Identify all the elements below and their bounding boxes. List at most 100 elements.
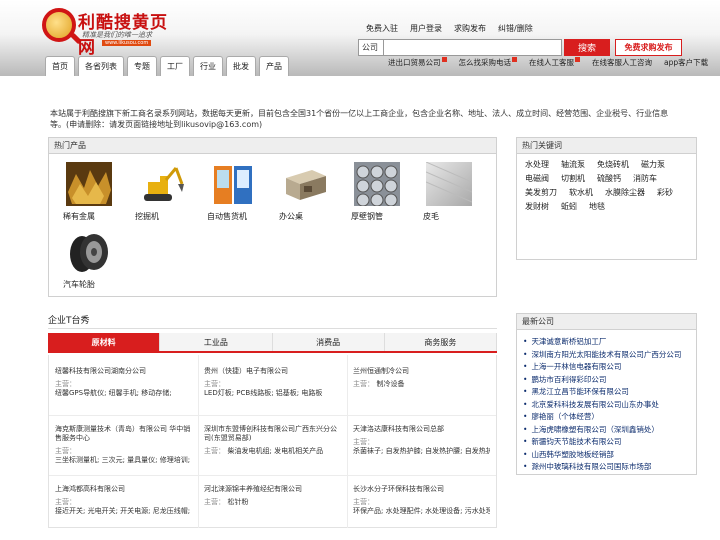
keyword-link[interactable]: 蚯蚓 xyxy=(561,202,577,211)
quick-link-app-download[interactable]: app客户下载 xyxy=(664,57,708,68)
company-card[interactable]: 长沙水分子环保科技有限公司 主营： 环保产品; 水处理配件; 水处理设备; 污水… xyxy=(347,485,496,516)
company-main-label: 主营： xyxy=(204,498,225,506)
product-item[interactable]: 皮毛 xyxy=(421,161,477,222)
keyword-link[interactable]: 地毯 xyxy=(589,202,605,211)
site-slogan: 精准是我们的唯一追求 xyxy=(82,31,152,39)
company-main-products: 杀菌袜子; 自发热护膝; 自发热护腰; 自发热护 xyxy=(353,447,490,455)
latest-companies-list: 天津诚意断桥铝加工厂 深圳南方阳光太阳能技术有限公司广西分公司 上海一开林信电器… xyxy=(523,336,693,474)
company-main-label: 主营： xyxy=(55,498,76,506)
product-item[interactable]: 汽车轮胎 xyxy=(61,230,117,290)
free-buy-post-button[interactable]: 免费求购发布 xyxy=(615,39,682,56)
product-item[interactable]: 办公桌 xyxy=(277,162,333,222)
product-item[interactable]: 稀有金属 xyxy=(61,162,117,222)
nav-tab-home[interactable]: 首页 xyxy=(45,56,75,76)
keyword-link[interactable]: 水处理 xyxy=(525,160,549,169)
company-name[interactable]: 长沙水分子环保科技有限公司 xyxy=(353,485,490,494)
company-name[interactable]: 海克斯康测量技术（青岛）有限公司 华中销售服务中心 xyxy=(55,425,192,443)
keyword-link[interactable]: 电磁阀 xyxy=(525,174,549,183)
top-link-login[interactable]: 用户登录 xyxy=(410,23,442,34)
company-main-label: 主营： xyxy=(204,447,225,455)
nav-tab-factory[interactable]: 工厂 xyxy=(160,56,190,76)
company-main-label: 主营： xyxy=(353,380,374,388)
company-main-products: 柴油发电机组; 发电机相关产品 xyxy=(227,447,324,455)
company-main-products: LED灯板; PCB线路板; 铝基板; 电路板 xyxy=(204,389,323,397)
keyword-link[interactable]: 切割机 xyxy=(561,174,585,183)
keyword-link[interactable]: 发财树 xyxy=(525,202,549,211)
keyword-link[interactable]: 美发剪刀 xyxy=(525,188,557,197)
quick-link-online-service[interactable]: 在线人工客服 xyxy=(529,57,580,68)
fur-icon xyxy=(425,161,473,206)
keyword-link[interactable]: 轴流泵 xyxy=(561,160,585,169)
company-card[interactable]: 纽馨科技有限公司湖南分公司 主营： 纽馨GPS导航仪; 纽馨手机; 移动存储; xyxy=(49,367,198,398)
showcase-tab-industrial[interactable]: 工业品 xyxy=(160,333,273,351)
product-name: 厚壁钢管 xyxy=(351,212,383,221)
latest-company-link[interactable]: 廖艳丽（个体经营） xyxy=(523,411,693,424)
site-logo[interactable]: 利酷搜黄页网 精准是我们的唯一追求 www.likusou.com xyxy=(40,6,170,58)
latest-company-link[interactable]: 上海一开林信电器有限公司 xyxy=(523,361,693,374)
company-card[interactable]: 天津洛达康科技有限公司总部 主营： 杀菌袜子; 自发热护膝; 自发热护腰; 自发… xyxy=(347,425,496,456)
latest-company-link[interactable]: 深圳南方阳光太阳能技术有限公司广西分公司 xyxy=(523,349,693,362)
keyword-link[interactable]: 彩砂 xyxy=(657,188,673,197)
latest-company-link[interactable]: 天津诚意断桥铝加工厂 xyxy=(523,336,693,349)
nav-tab-topics[interactable]: 专题 xyxy=(127,56,157,76)
keyword-link[interactable]: 磁力泵 xyxy=(641,160,665,169)
company-card[interactable]: 深圳市东盟博创科技有限公司广西东兴分公司(东盟贸易部) 主营： 柴油发电机组; … xyxy=(198,425,347,456)
company-main-products: 制冷设备 xyxy=(376,380,405,388)
keyword-link[interactable]: 软水机 xyxy=(569,188,593,197)
keyword-link[interactable]: 消防车 xyxy=(633,174,657,183)
top-link-correction[interactable]: 纠错/删除 xyxy=(498,23,533,34)
search-type-select[interactable]: 公司 xyxy=(358,39,384,56)
keyword-link[interactable]: 水膜除尘器 xyxy=(605,188,645,197)
company-name[interactable]: 贵州（快捷）电子有限公司 xyxy=(204,367,341,376)
product-name: 稀有金属 xyxy=(63,212,95,221)
top-links: 免费入驻 用户登录 求购发布 纠错/删除 xyxy=(366,23,533,34)
top-link-register[interactable]: 免费入驻 xyxy=(366,23,398,34)
latest-company-link[interactable]: 山西韩华塑胶地板经销部 xyxy=(523,449,693,462)
nav-tab-industry[interactable]: 行业 xyxy=(193,56,223,76)
company-main-label: 主营： xyxy=(204,380,225,388)
nav-tab-provinces[interactable]: 各省列表 xyxy=(78,56,124,76)
keyword-link[interactable]: 免烧砖机 xyxy=(597,160,629,169)
company-name[interactable]: 上海鸿都高科有限公司 xyxy=(55,485,192,494)
company-name[interactable]: 河北涞源锦丰养殖经纪有限公司 xyxy=(204,485,341,494)
top-link-post-buy[interactable]: 求购发布 xyxy=(454,23,486,34)
latest-company-link[interactable]: 滁州中玻璃科技有限公司国际市场部 xyxy=(523,461,693,474)
quick-link-purchase-phone[interactable]: 怎么找采购电话 xyxy=(459,57,517,68)
company-card[interactable]: 贵州（快捷）电子有限公司 主营： LED灯板; PCB线路板; 铝基板; 电路板 xyxy=(198,367,347,398)
company-main-label: 主营： xyxy=(55,380,76,388)
company-name[interactable]: 纽馨科技有限公司湖南分公司 xyxy=(55,367,192,376)
company-name[interactable]: 兰州恒通制冷公司 xyxy=(353,367,490,376)
company-card[interactable]: 上海鸿都高科有限公司 主营： 接近开关; 光电开关; 开关电源; 尼龙压线帽; xyxy=(49,485,198,516)
quick-link-service-consult[interactable]: 在线客服人工咨询 xyxy=(592,57,652,68)
nav-tab-products[interactable]: 产品 xyxy=(259,56,289,76)
search-button[interactable]: 搜索 xyxy=(564,39,610,56)
latest-company-link[interactable]: 新疆钧天节能技术有限公司 xyxy=(523,436,693,449)
keyword-link[interactable]: 硫酸钙 xyxy=(597,174,621,183)
latest-company-link[interactable]: 北京爱科科技发展有限公司山东办事处 xyxy=(523,399,693,412)
product-item[interactable]: 自动售货机 xyxy=(205,162,261,222)
company-card[interactable]: 海克斯康测量技术（青岛）有限公司 华中销售服务中心 主营： 三坐标测量机; 三次… xyxy=(49,425,198,465)
steel-pipe-icon xyxy=(354,162,400,207)
company-name[interactable]: 深圳市东盟博创科技有限公司广西东兴分公司(东盟贸易部) xyxy=(204,425,341,443)
search-input[interactable] xyxy=(384,39,562,56)
showcase-tab-raw-materials[interactable]: 原材料 xyxy=(48,333,161,351)
site-header: 利酷搜黄页网 精准是我们的唯一追求 www.likusou.com 免费入驻 用… xyxy=(0,0,720,76)
company-card[interactable]: 兰州恒通制冷公司 主营： 制冷设备 xyxy=(347,367,496,389)
showcase-tab-business-services[interactable]: 商务服务 xyxy=(384,333,497,351)
company-name[interactable]: 天津洛达康科技有限公司总部 xyxy=(353,425,490,434)
rare-metal-icon xyxy=(66,162,112,206)
product-name: 汽车轮胎 xyxy=(63,280,95,289)
latest-company-link[interactable]: 鹏坊市百利得彩印公司 xyxy=(523,374,693,387)
showcase-tab-consumer[interactable]: 消费品 xyxy=(272,333,385,351)
grid-divider xyxy=(49,475,496,476)
latest-company-link[interactable]: 上海虎啸橡塑有限公司（深圳鑫销处） xyxy=(523,424,693,437)
grid-divider xyxy=(49,415,496,416)
latest-company-link[interactable]: 黑龙江立昌节能环保有限公司 xyxy=(523,386,693,399)
product-item[interactable]: 厚壁钢管 xyxy=(349,162,405,222)
quick-link-trade[interactable]: 进出口贸易公司 xyxy=(388,57,447,68)
latest-companies-title: 最新公司 xyxy=(517,314,696,330)
company-card[interactable]: 河北涞源锦丰养殖经纪有限公司 主营： 松针粉 xyxy=(198,485,347,507)
company-main-products: 纽馨GPS导航仪; 纽馨手机; 移动存储; xyxy=(55,389,172,397)
nav-tab-wholesale[interactable]: 批发 xyxy=(226,56,256,76)
product-item[interactable]: 挖掘机 xyxy=(133,162,189,222)
